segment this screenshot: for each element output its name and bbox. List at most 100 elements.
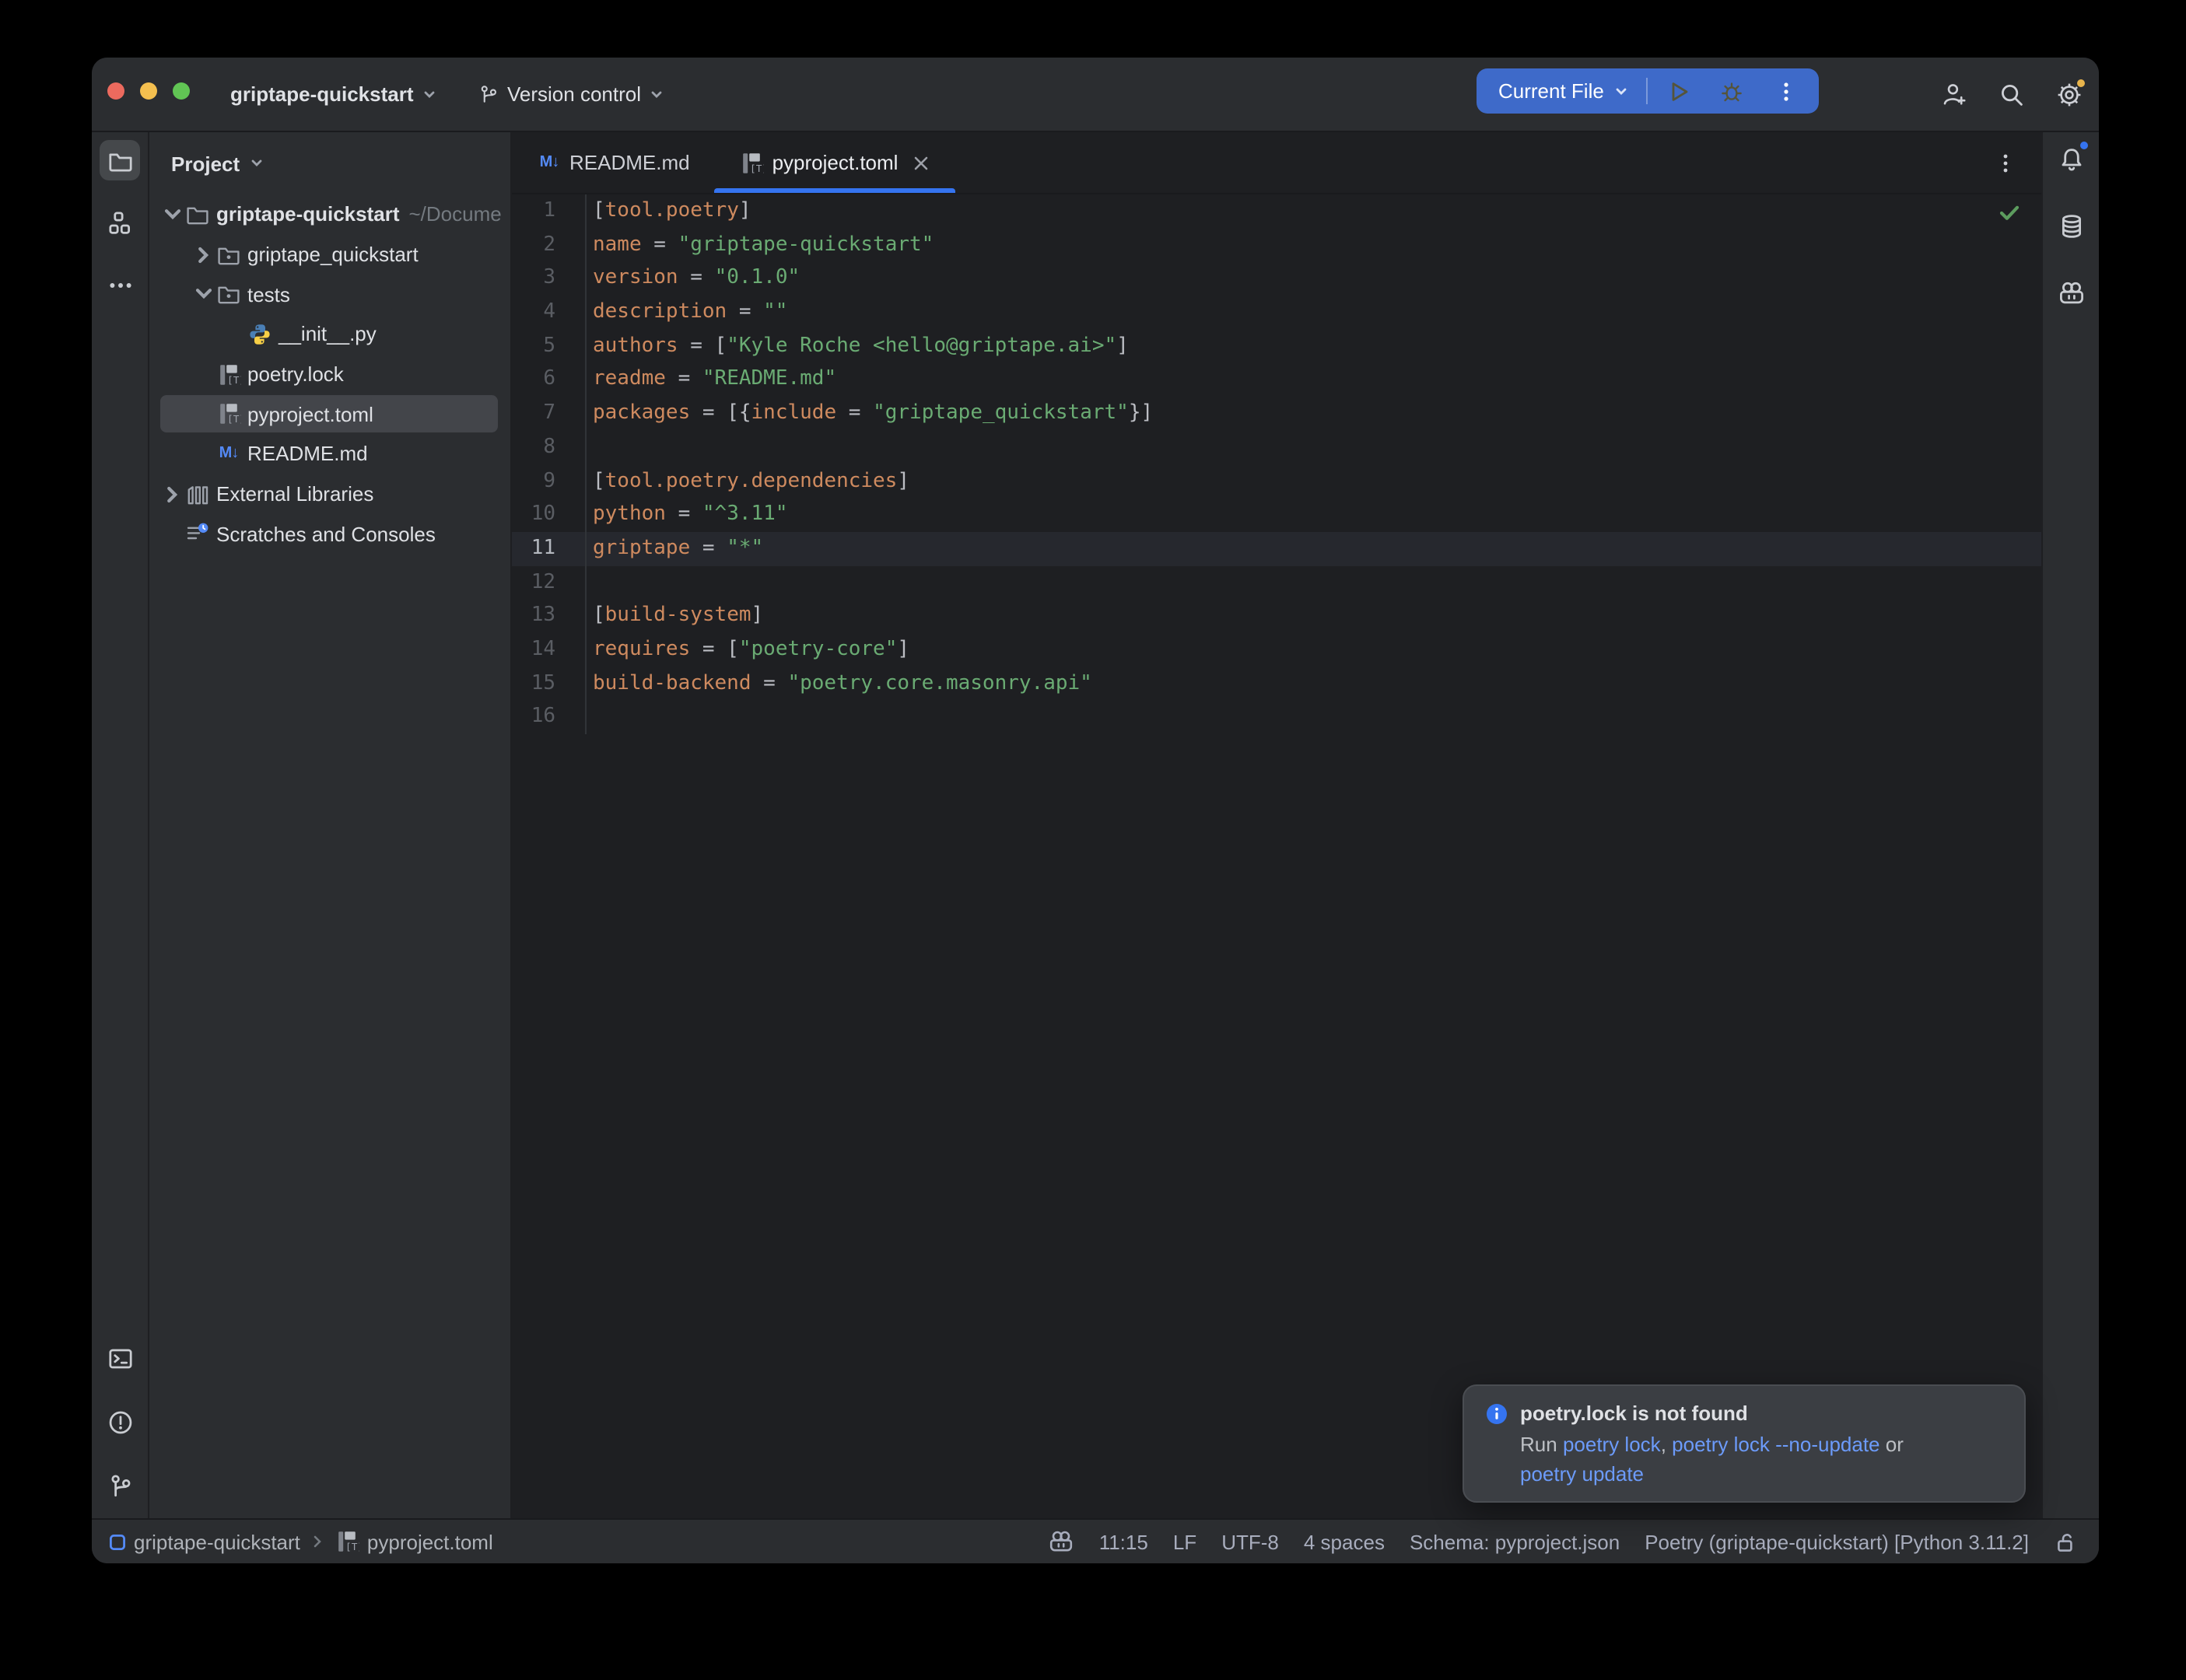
code-line-8[interactable]: 8: [512, 431, 2041, 464]
tree-item-tests[interactable]: tests: [149, 275, 510, 314]
status-item-utf-8[interactable]: UTF-8: [1221, 1530, 1279, 1553]
tree-item-label: griptape_quickstart: [247, 243, 419, 266]
status-item-lf[interactable]: LF: [1173, 1530, 1196, 1553]
tree-item-pyproject-toml[interactable]: [T]pyproject.toml: [149, 394, 510, 434]
markdown-icon: M↓: [216, 442, 241, 467]
lock-open-icon[interactable]: [2054, 1530, 2077, 1553]
notifications-tool-button[interactable]: [2051, 138, 2091, 179]
ai-assistant-status-icon[interactable]: [1049, 1529, 1074, 1554]
status-item-schema-[interactable]: Schema: pyproject.json: [1410, 1530, 1620, 1553]
toml-file-icon: [T]: [335, 1529, 359, 1554]
more-tool-windows-button[interactable]: [100, 264, 140, 305]
toml-file-icon: [T]: [740, 150, 765, 175]
editor[interactable]: 1[tool.poetry]2name = "griptape-quicksta…: [512, 194, 2041, 1518]
close-tab-icon[interactable]: [912, 153, 930, 172]
code-text: [tool.poetry.dependencies]: [587, 464, 909, 498]
code-line-14[interactable]: 14requires = ["poetry-core"]: [512, 633, 2041, 667]
code-line-9[interactable]: 9[tool.poetry.dependencies]: [512, 464, 2041, 498]
tree-chevron-spacer: [160, 522, 185, 547]
line-number: 9: [512, 464, 587, 498]
code-text: build-backend = "poetry.core.masonry.api…: [587, 667, 1092, 700]
tree-chevron-icon[interactable]: [160, 202, 185, 227]
scratches-icon: [185, 522, 210, 547]
tree-item-readme-md[interactable]: M↓README.md: [149, 434, 510, 474]
line-number: 1: [512, 194, 587, 228]
notification-link-poetry-update[interactable]: poetry update: [1520, 1462, 1644, 1486]
code-line-7[interactable]: 7packages = [{include = "griptape_quicks…: [512, 397, 2041, 430]
tree-item-label: Scratches and Consoles: [216, 523, 436, 546]
database-tool-button[interactable]: [2051, 205, 2091, 246]
python-icon: [247, 322, 272, 347]
settings-button[interactable]: [2055, 81, 2083, 109]
svg-text:[T]: [T]: [227, 374, 241, 386]
editor-options-icon[interactable]: [1995, 150, 2016, 175]
tree-chevron-icon[interactable]: [191, 242, 216, 267]
terminal-tool-button[interactable]: [100, 1338, 140, 1378]
more-run-options-icon[interactable]: [1775, 79, 1797, 103]
search-everywhere-icon[interactable]: [1998, 81, 2026, 109]
markdown-file-icon: M↓: [537, 150, 562, 175]
tree-item-griptape-quickstart[interactable]: griptape-quickstart~/Docume: [149, 194, 510, 234]
line-number: 11: [512, 532, 587, 565]
notification-text: ,: [1661, 1433, 1672, 1456]
run-icon[interactable]: [1666, 79, 1691, 103]
project-tool-button[interactable]: [100, 140, 140, 180]
tree-item-label: __init__.py: [279, 323, 377, 346]
run-configuration-widget[interactable]: Current File: [1477, 68, 1819, 114]
status-item-11-15[interactable]: 11:15: [1099, 1530, 1148, 1553]
structure-tool-button[interactable]: [100, 202, 140, 243]
code-line-6[interactable]: 6readme = "README.md": [512, 363, 2041, 397]
code-with-me-icon[interactable]: [1940, 81, 1968, 109]
code-line-1[interactable]: 1[tool.poetry]: [512, 194, 2041, 228]
breadcrumb-file[interactable]: [T] pyproject.toml: [335, 1529, 493, 1554]
notification-title: poetry.lock is not found: [1520, 1402, 1748, 1425]
tree-chevron-icon[interactable]: [160, 481, 185, 506]
breadcrumb-project[interactable]: griptape-quickstart: [109, 1530, 300, 1553]
tree-chevron-icon[interactable]: [191, 282, 216, 306]
notification-link-poetry-lock-no-update[interactable]: poetry lock --no-update: [1672, 1433, 1879, 1456]
code-line-15[interactable]: 15build-backend = "poetry.core.masonry.a…: [512, 667, 2041, 700]
code-line-5[interactable]: 5authors = ["Kyle Roche <hello@griptape.…: [512, 330, 2041, 363]
project-panel: Project griptape-quickstart~/Docume gript…: [149, 132, 512, 1518]
project-panel-header[interactable]: Project: [149, 132, 510, 194]
more-icon: [107, 271, 133, 298]
code-line-13[interactable]: 13[build-system]: [512, 600, 2041, 633]
vcs-widget[interactable]: Version control: [478, 82, 664, 106]
git-tool-button[interactable]: [100, 1465, 140, 1506]
status-items: 11:15 LF UTF-8 4 spaces Schema: pyproject.js…: [1099, 1530, 2029, 1553]
line-number: 13: [512, 600, 587, 633]
main-area: Project griptape-quickstart~/Docume gript…: [92, 132, 2099, 1518]
tree-item-label: pyproject.toml: [247, 403, 373, 426]
ai-assistant-tool-button[interactable]: [2051, 272, 2091, 313]
tab-pyproject[interactable]: [T] pyproject.toml: [715, 132, 956, 193]
notification-link-poetry-lock[interactable]: poetry lock: [1563, 1433, 1661, 1456]
code-line-10[interactable]: 10python = "^3.11": [512, 498, 2041, 531]
status-item-poetry[interactable]: Poetry (griptape-quickstart) [Python 3.1…: [1645, 1530, 2029, 1553]
chevron-down-icon: [1613, 83, 1629, 99]
tree-item-external-libraries[interactable]: External Libraries: [149, 474, 510, 514]
debug-icon[interactable]: [1719, 79, 1744, 103]
code-line-4[interactable]: 4description = "": [512, 296, 2041, 329]
code-text: python = "^3.11": [587, 498, 788, 531]
code-line-2[interactable]: 2name = "griptape-quickstart": [512, 228, 2041, 261]
code-line-3[interactable]: 3version = "0.1.0": [512, 262, 2041, 296]
notification-popup: poetry.lock is not found Run poetry lock…: [1463, 1384, 2026, 1503]
database-icon: [2058, 212, 2084, 239]
close-window-button[interactable]: [107, 82, 124, 100]
zoom-window-button[interactable]: [173, 82, 190, 100]
code-line-12[interactable]: 12: [512, 565, 2041, 599]
code-line-16[interactable]: 16: [512, 701, 2041, 734]
tree-item-griptape-quickstart[interactable]: griptape_quickstart: [149, 234, 510, 274]
notification-body: Run poetry lock, poetry lock --no-update…: [1520, 1430, 2002, 1489]
tree-item-poetry-lock[interactable]: [T]poetry.lock: [149, 355, 510, 394]
project-switcher[interactable]: griptape-quickstart: [230, 82, 437, 106]
tree-item-scratches-and-consoles[interactable]: Scratches and Consoles: [149, 514, 510, 554]
tab-readme[interactable]: M↓ README.md: [512, 132, 715, 193]
problems-tool-button[interactable]: [100, 1402, 140, 1442]
status-item-4[interactable]: 4 spaces: [1304, 1530, 1385, 1553]
code-text: [587, 565, 593, 599]
inspections-ok-icon[interactable]: [1998, 201, 2021, 224]
code-line-11[interactable]: 11griptape = "*": [512, 532, 2041, 565]
minimize-window-button[interactable]: [140, 82, 157, 100]
tree-item--init-py[interactable]: __init__.py: [149, 314, 510, 354]
